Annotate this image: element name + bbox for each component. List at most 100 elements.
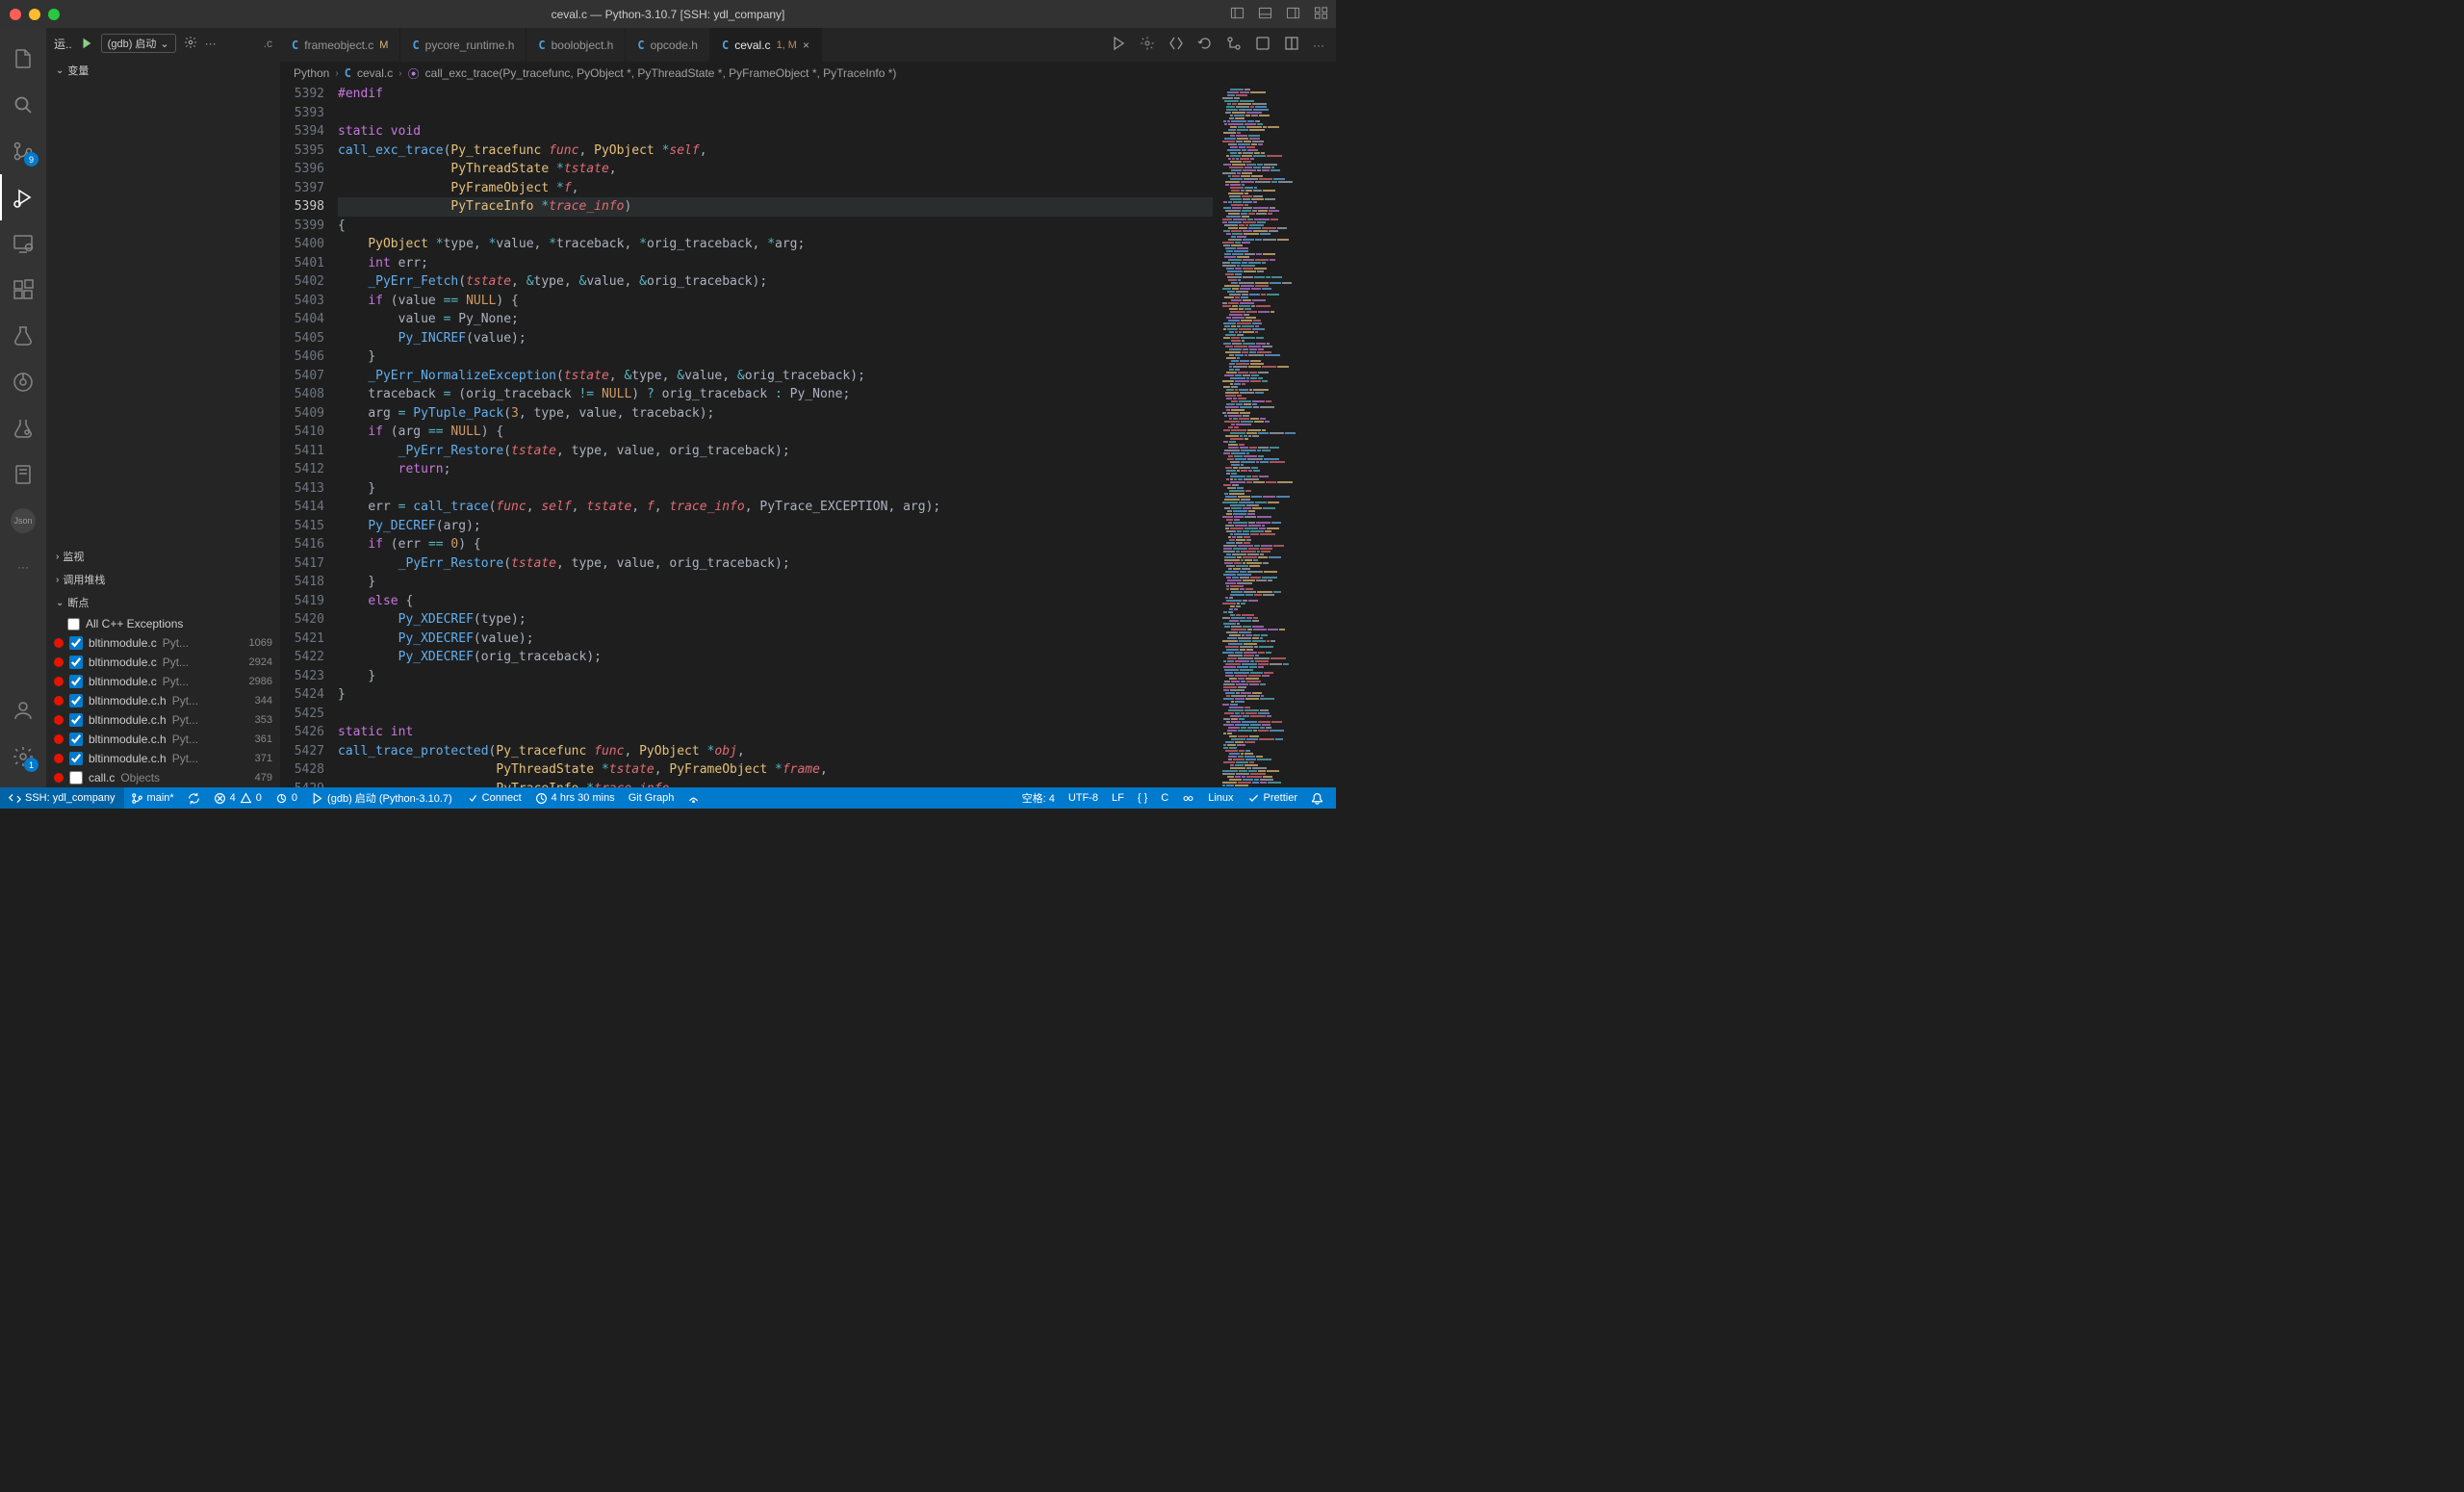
gitgraph-indicator[interactable]: Git Graph xyxy=(622,792,681,804)
run-debug-icon[interactable] xyxy=(0,174,46,220)
breakpoint-checkbox[interactable] xyxy=(69,636,83,650)
os-indicator[interactable]: Linux xyxy=(1201,790,1240,806)
all-exceptions-row[interactable]: All C++ Exceptions xyxy=(46,614,280,633)
toggle-panel-icon[interactable] xyxy=(1258,6,1272,23)
diff-icon[interactable] xyxy=(1226,36,1242,54)
breakpoints-section[interactable]: ⌄断点 xyxy=(46,591,280,614)
tab-pycore_runtime-h[interactable]: Cpycore_runtime.h xyxy=(400,28,526,62)
breakpoint-row[interactable]: bltinmodule.c.h Pyt... 344 xyxy=(46,691,280,710)
minimap[interactable] xyxy=(1220,85,1336,787)
variables-section[interactable]: ⌄变量 xyxy=(46,59,280,82)
more-icon[interactable]: ··· xyxy=(0,544,46,590)
launch-config-select[interactable]: (gdb) 启动 ⌄ xyxy=(101,34,176,53)
tab-frameobject-c[interactable]: Cframeobject.cM xyxy=(280,28,400,62)
breakpoint-row[interactable]: bltinmodule.c.h Pyt... 353 xyxy=(46,710,280,730)
breakpoints-list: All C++ Exceptions bltinmodule.c Pyt... … xyxy=(46,614,280,787)
problems-indicator[interactable]: 4 0 xyxy=(207,792,269,805)
breakpoint-row[interactable]: bltinmodule.c Pyt... 2986 xyxy=(46,672,280,691)
live-server-icon[interactable] xyxy=(680,792,706,805)
language-indicator[interactable]: C xyxy=(1154,790,1175,806)
wakatime-indicator[interactable]: 4 hrs 30 mins xyxy=(528,792,622,805)
source-control-icon[interactable]: 9 xyxy=(0,128,46,174)
eol-indicator[interactable]: LF xyxy=(1105,790,1131,806)
connect-indicator[interactable]: Connect xyxy=(459,792,528,805)
breakpoint-path: Pyt... xyxy=(163,656,244,669)
debug-target[interactable]: (gdb) 启动 (Python-3.10.7) xyxy=(304,790,459,806)
code-editor[interactable]: 5392539353945395539653975398539954005401… xyxy=(280,85,1336,787)
breakpoint-line: 2986 xyxy=(249,676,272,687)
chevron-right-icon: › xyxy=(398,68,401,79)
toggle-secondary-sidebar-icon[interactable] xyxy=(1286,6,1300,23)
breadcrumb[interactable]: Python› Cceval.c› ⦿call_exc_trace(Py_tra… xyxy=(280,62,1336,85)
chevron-right-icon: › xyxy=(335,68,338,79)
breakpoint-row[interactable]: call.c Objects 479 xyxy=(46,768,280,787)
breakpoint-line: 371 xyxy=(255,753,272,764)
search-icon[interactable] xyxy=(0,82,46,128)
copilot-icon[interactable] xyxy=(1175,790,1201,806)
branch-indicator[interactable]: main* xyxy=(124,792,181,805)
liveshare-icon[interactable] xyxy=(0,405,46,451)
revert-icon[interactable] xyxy=(1197,36,1213,54)
activity-bar: 9 Json ··· 1 xyxy=(0,28,46,787)
all-exceptions-checkbox[interactable] xyxy=(67,618,80,630)
breakpoint-checkbox[interactable] xyxy=(69,694,83,707)
encoding-indicator[interactable]: UTF-8 xyxy=(1062,790,1105,806)
tab-ceval-c[interactable]: Cceval.c1, M× xyxy=(710,28,822,62)
breakpoint-checkbox[interactable] xyxy=(69,733,83,746)
minimize-window-icon[interactable] xyxy=(29,9,40,20)
bookmarks-icon[interactable] xyxy=(0,451,46,498)
overflow-icon[interactable]: ··· xyxy=(205,37,217,50)
tab-label: ceval.c xyxy=(734,39,770,52)
watch-section[interactable]: ›监视 xyxy=(46,545,280,568)
breakpoint-file: bltinmodule.c.h xyxy=(89,694,167,707)
tab-boolobject-h[interactable]: Cboolobject.h xyxy=(526,28,626,62)
breakpoint-checkbox[interactable] xyxy=(69,771,83,785)
extensions-icon[interactable] xyxy=(0,267,46,313)
remote-explorer-icon[interactable] xyxy=(0,220,46,267)
breakpoint-checkbox[interactable] xyxy=(69,675,83,688)
remote-indicator[interactable]: SSH: ydl_company xyxy=(0,787,124,809)
testing-icon[interactable] xyxy=(0,313,46,359)
compare-icon[interactable] xyxy=(1168,36,1184,54)
tab-opcode-h[interactable]: Copcode.h xyxy=(626,28,710,62)
debug-settings-icon[interactable] xyxy=(1140,36,1155,54)
explorer-icon[interactable] xyxy=(0,36,46,82)
run-file-icon[interactable] xyxy=(1111,36,1126,54)
breakpoint-line: 2924 xyxy=(249,656,272,668)
tab-label: boolobject.h xyxy=(552,39,614,52)
breakpoint-checkbox[interactable] xyxy=(69,713,83,727)
maximize-window-icon[interactable] xyxy=(48,9,60,20)
close-window-icon[interactable] xyxy=(10,9,21,20)
port-indicator[interactable]: 0 xyxy=(269,792,304,805)
json-icon[interactable]: Json xyxy=(11,508,36,533)
close-tab-icon[interactable]: × xyxy=(803,39,809,52)
prettier-indicator[interactable]: Prettier xyxy=(1241,790,1304,806)
tab-label: pycore_runtime.h xyxy=(425,39,515,52)
gitlens-icon[interactable] xyxy=(0,359,46,405)
callstack-section[interactable]: ›调用堆栈 xyxy=(46,568,280,591)
start-debug-icon[interactable] xyxy=(80,37,93,50)
breakpoint-row[interactable]: bltinmodule.c Pyt... 2924 xyxy=(46,653,280,672)
breakpoint-file: bltinmodule.c xyxy=(89,636,157,650)
breakpoint-row[interactable]: bltinmodule.c Pyt... 1069 xyxy=(46,633,280,653)
split-icon[interactable] xyxy=(1284,36,1299,54)
breakpoint-row[interactable]: bltinmodule.c.h Pyt... 371 xyxy=(46,749,280,768)
editor-tabs: Cframeobject.cMCpycore_runtime.hCboolobj… xyxy=(280,28,1336,62)
indentation-indicator[interactable]: 空格: 4 xyxy=(1015,790,1062,806)
sync-indicator[interactable] xyxy=(181,792,207,805)
breakpoint-row[interactable]: bltinmodule.c.h Pyt... 361 xyxy=(46,730,280,749)
breakpoint-line: 479 xyxy=(255,772,272,784)
account-icon[interactable] xyxy=(0,687,46,733)
more-actions-icon[interactable]: ··· xyxy=(1313,39,1324,52)
braces-icon[interactable]: { } xyxy=(1131,790,1154,806)
breakpoint-checkbox[interactable] xyxy=(69,752,83,765)
breakpoint-checkbox[interactable] xyxy=(69,656,83,669)
breakpoint-dot-icon xyxy=(54,754,64,763)
editor-area: Cframeobject.cMCpycore_runtime.hCboolobj… xyxy=(280,28,1336,787)
notifications-icon[interactable] xyxy=(1304,790,1330,806)
customize-layout-icon[interactable] xyxy=(1314,6,1328,23)
toggle-primary-sidebar-icon[interactable] xyxy=(1230,6,1245,23)
settings-gear-icon[interactable]: 1 xyxy=(0,733,46,780)
gear-icon[interactable] xyxy=(184,36,197,52)
book-icon[interactable] xyxy=(1255,36,1270,54)
